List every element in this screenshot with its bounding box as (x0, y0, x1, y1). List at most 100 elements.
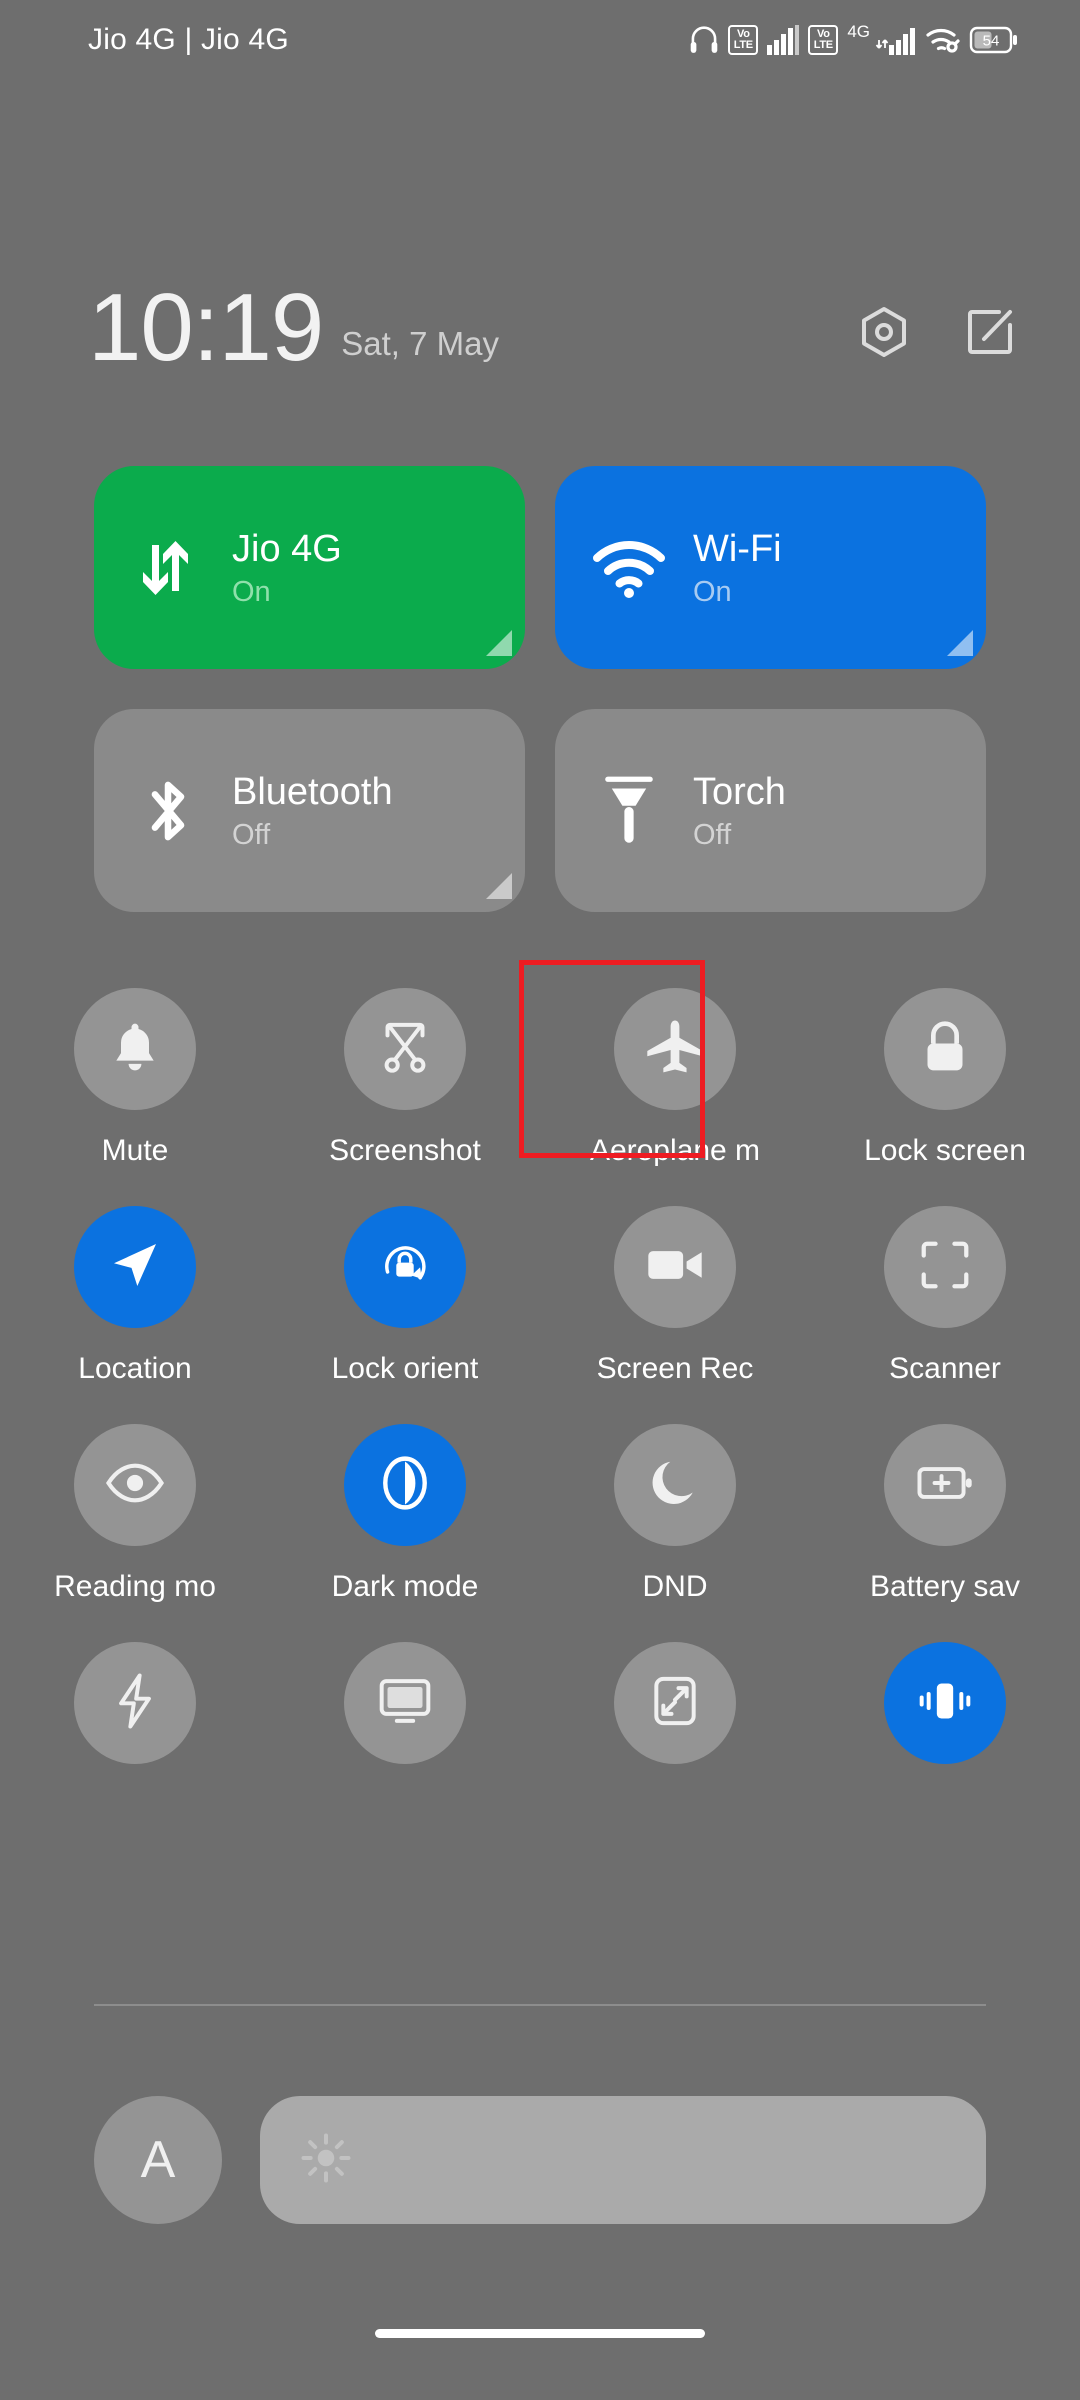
tile-bluetooth[interactable]: Bluetooth Off (94, 709, 525, 912)
toggle-circle[interactable] (614, 1642, 736, 1764)
svg-text:54: 54 (983, 33, 1000, 50)
scan-frame-icon (919, 1239, 971, 1296)
wifi-icon (925, 25, 961, 55)
toggle-cast[interactable] (270, 1642, 540, 1788)
toggle-circle[interactable] (614, 988, 736, 1110)
toggle-power-shortcut[interactable] (0, 1642, 270, 1788)
toggle-circle[interactable] (344, 1424, 466, 1546)
toggle-scanner[interactable]: Scanner (810, 1206, 1080, 1386)
brightness-row: A (94, 2060, 986, 2260)
toggle-label: Lock screen (864, 1134, 1026, 1167)
auto-brightness-button[interactable]: A (94, 2096, 222, 2224)
tile-wifi[interactable]: Wi-Fi On (555, 466, 986, 669)
expand-corner-icon[interactable] (947, 630, 973, 656)
tile-mobile-data[interactable]: Jio 4G On (94, 466, 525, 669)
battery-icon: 54 (969, 26, 1018, 54)
tile-label: Wi-Fi (693, 527, 782, 570)
scissors-icon (378, 1019, 432, 1080)
signal-sim2-icon (875, 25, 916, 55)
toggle-circle[interactable] (884, 1642, 1006, 1764)
wifi-icon (591, 530, 667, 606)
sun-icon (300, 2132, 352, 2189)
toggle-aeroplane-mode[interactable]: Aeroplane m (519, 960, 810, 1168)
network-4g-icon: 4G (847, 21, 870, 41)
expand-corner-icon[interactable] (486, 630, 512, 656)
shrink-screen-icon (651, 1673, 699, 1734)
big-tile-grid: Jio 4G On Wi-Fi On Bluetooth Off Torch O… (94, 466, 986, 912)
bell-icon (109, 1019, 161, 1080)
toggle-label: Scanner (889, 1352, 1001, 1385)
edit-pencil-icon[interactable] (962, 304, 1018, 360)
tile-torch[interactable]: Torch Off (555, 709, 986, 912)
home-indicator[interactable] (375, 2329, 705, 2338)
toggle-reading-mode[interactable]: Reading mo (0, 1424, 270, 1604)
toggle-circle[interactable] (614, 1206, 736, 1328)
toggle-label: Screen Rec (596, 1352, 754, 1385)
padlock-icon (920, 1019, 970, 1080)
toggle-lock-screen[interactable]: Lock screen (810, 988, 1080, 1168)
status-icons: Vo LTE Vo LTE 4G 54 (689, 21, 1018, 56)
quick-settings-panel: Jio 4G | Jio 4G Vo LTE Vo LTE 4G 54 10:1… (0, 0, 1080, 2400)
toggle-screen-recorder[interactable]: Screen Rec (540, 1206, 810, 1386)
toggle-circle[interactable] (74, 1424, 196, 1546)
toggle-label: DND (642, 1570, 708, 1603)
aeroplane-icon (645, 1018, 705, 1081)
toggle-battery-saver[interactable]: Battery sav (810, 1424, 1080, 1604)
clock-header: 10:19 Sat, 7 May (0, 268, 1080, 388)
tile-state: Off (693, 818, 732, 851)
signal-sim1-icon (767, 25, 800, 55)
toggle-label: Battery sav (869, 1570, 1021, 1603)
toggle-label: Mute (101, 1134, 169, 1167)
rotation-lock-icon (376, 1236, 434, 1299)
toggle-circle[interactable] (884, 988, 1006, 1110)
toggle-screenshot[interactable]: Screenshot (270, 988, 540, 1168)
auto-brightness-label: A (140, 2131, 176, 2189)
cast-monitor-icon (377, 1676, 433, 1731)
tile-label: Torch (693, 770, 786, 813)
navigation-arrow-icon (107, 1237, 163, 1298)
toggle-shrink-screen[interactable] (540, 1642, 810, 1788)
volte-sim2-icon: Vo LTE (808, 25, 839, 55)
toggle-circle[interactable] (614, 1424, 736, 1546)
toggle-circle[interactable] (344, 988, 466, 1110)
toggle-circle[interactable] (884, 1206, 1006, 1328)
toggle-grid: Mute Screenshot Aeroplane m Lock screen … (0, 960, 1080, 1788)
section-divider (94, 2004, 986, 2006)
clock-date: Sat, 7 May (341, 325, 499, 362)
headset-icon (689, 24, 719, 56)
toggle-mute[interactable]: Mute (0, 988, 270, 1168)
volte-sim1-icon: Vo LTE (728, 25, 759, 55)
toggle-label: Location (78, 1352, 192, 1385)
contrast-icon (378, 1454, 432, 1517)
toggle-location[interactable]: Location (0, 1206, 270, 1386)
tile-state: On (693, 575, 732, 608)
toggle-circle[interactable] (344, 1206, 466, 1328)
tile-state: Off (232, 818, 271, 851)
eye-icon (105, 1462, 165, 1509)
toggle-lock-orientation[interactable]: Lock orient (270, 1206, 540, 1386)
clock-time: 10:19 (88, 274, 324, 381)
torch-icon (591, 773, 667, 849)
hexagon-settings-icon[interactable] (856, 304, 912, 360)
toggle-label: Lock orient (331, 1352, 479, 1385)
toggle-circle[interactable] (74, 1206, 196, 1328)
battery-plus-icon (916, 1463, 974, 1508)
tile-label: Bluetooth (232, 770, 393, 813)
toggle-vibration[interactable] (810, 1642, 1080, 1788)
data-transfer-icon (130, 530, 206, 606)
toggle-circle[interactable] (884, 1424, 1006, 1546)
toggle-circle[interactable] (344, 1642, 466, 1764)
toggle-label: Screenshot (329, 1134, 481, 1167)
vibration-icon (917, 1673, 973, 1734)
expand-corner-icon[interactable] (486, 873, 512, 899)
brightness-slider[interactable] (260, 2096, 986, 2224)
carrier-label: Jio 4G | Jio 4G (88, 23, 289, 56)
toggle-circle[interactable] (74, 1642, 196, 1764)
video-camera-icon (646, 1244, 704, 1291)
toggle-dark-mode[interactable]: Dark mode (270, 1424, 540, 1604)
toggle-dnd[interactable]: DND (540, 1424, 810, 1604)
toggle-label: Dark mode (331, 1570, 479, 1603)
toggle-circle[interactable] (74, 988, 196, 1110)
bluetooth-icon (130, 773, 206, 849)
header-actions (856, 304, 1018, 360)
